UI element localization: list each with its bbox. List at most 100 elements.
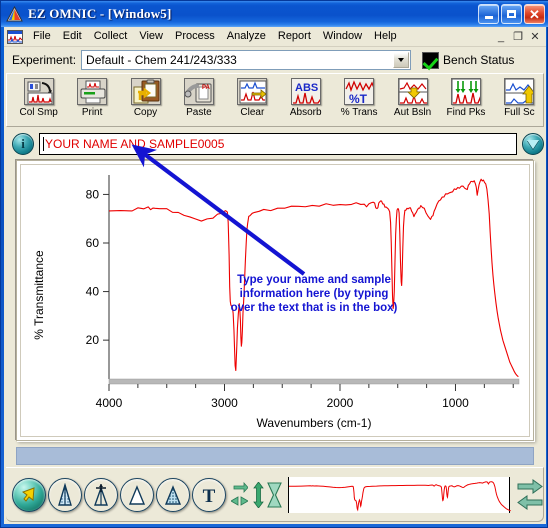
auto-baseline-icon <box>397 78 428 105</box>
svg-text:PA: PA <box>202 85 211 91</box>
peak-fill-tool[interactable] <box>156 477 190 512</box>
toolbar-label: Print <box>81 107 103 118</box>
window-controls: ✕ <box>478 4 545 24</box>
toolbar-button-col-smp[interactable]: Col Smp <box>15 77 62 125</box>
mini-spectrum-preview[interactable] <box>288 476 511 513</box>
clear-spectrum-icon <box>237 78 268 105</box>
vertical-tool-group <box>252 480 282 509</box>
down-arrow-circle-icon[interactable] <box>522 133 544 155</box>
toolbar-button-clear[interactable]: Clear <box>229 77 276 125</box>
expand-vertical-icon[interactable] <box>252 480 265 509</box>
small-tool-group <box>230 481 249 507</box>
swap-icon[interactable] <box>230 495 249 507</box>
find-peaks-icon <box>450 78 481 105</box>
contract-vertical-icon[interactable] <box>267 481 282 508</box>
toolbar-label: Paste <box>186 107 212 118</box>
svg-text:information here (by typing: information here (by typing <box>240 288 389 300</box>
y-axis-label: % Transmittance <box>32 250 46 340</box>
mdi-window-controls: _ ❐ ✕ <box>493 29 543 44</box>
toolbar-button-find-peaks[interactable]: Find Pks <box>442 77 489 125</box>
collect-sample-icon <box>23 78 54 105</box>
document-spectrum-icon[interactable] <box>7 29 23 44</box>
spectrum-chart: 20 40 60 80 4000 3000 2000 1000 % Transmittanc… <box>32 175 520 430</box>
toolbar-button-percent-trans[interactable]: %T % Trans <box>335 77 382 125</box>
toolbar-label: Absorb <box>289 107 322 118</box>
select-arrow-tool[interactable] <box>12 477 46 512</box>
paste-pa-icon: PA <box>183 78 214 105</box>
sample-title-input[interactable]: YOUR NAME AND SAMPLE0005 <box>39 133 517 155</box>
client-area: File Edit Collect View Process Analyze R… <box>4 27 546 524</box>
menu-process[interactable]: Process <box>169 28 221 45</box>
toolbar-button-absorb[interactable]: ABS Absorb <box>282 77 329 125</box>
flip-horizontal-icon[interactable] <box>231 481 249 494</box>
printer-icon <box>77 78 108 105</box>
info-circle-icon[interactable]: i <box>12 133 34 155</box>
title-bar: EZ OMNIC - [Window5] ✕ <box>1 1 548 27</box>
experiment-label: Experiment: <box>12 53 77 67</box>
x-axis-ticks: 4000 3000 2000 1000 <box>96 384 514 410</box>
peak-height-cursor-tool[interactable] <box>84 477 118 512</box>
x-tick-label: 4000 <box>96 396 123 410</box>
toolbar-button-print[interactable]: Print <box>68 77 115 125</box>
experiment-select[interactable]: Default - Chem 241/243/333 <box>81 50 412 70</box>
y-tick-label: 20 <box>86 333 100 347</box>
x-tick-label: 2000 <box>327 396 354 410</box>
menu-collect[interactable]: Collect <box>88 28 134 45</box>
toolbar-button-auto-baseline[interactable]: Aut Bsln <box>389 77 436 125</box>
experiment-value: Default - Chem 241/243/333 <box>86 53 237 67</box>
omnic-prism-icon <box>6 5 23 23</box>
y-axis-ticks: 20 40 60 80 <box>86 187 109 347</box>
previous-arrow-icon[interactable] <box>517 495 543 510</box>
menu-report[interactable]: Report <box>272 28 317 45</box>
close-icon[interactable]: ✕ <box>524 4 545 24</box>
peak-outline-tool[interactable] <box>120 477 154 512</box>
spectrum-plot-panel[interactable]: 20 40 60 80 4000 3000 2000 1000 % Transmittanc… <box>16 160 534 441</box>
chevron-down-icon[interactable] <box>393 52 410 68</box>
percent-transmittance-icon: %T <box>344 78 375 105</box>
next-arrow-icon[interactable] <box>517 479 543 494</box>
menu-analyze[interactable]: Analyze <box>221 28 272 45</box>
maximize-icon[interactable] <box>501 4 522 24</box>
bench-status-button[interactable]: Bench Status <box>422 51 515 69</box>
y-tick-label: 60 <box>86 236 100 250</box>
toolbar-label: Aut Bsln <box>393 107 432 118</box>
minimize-icon[interactable] <box>478 4 499 24</box>
status-strip <box>16 447 534 465</box>
menu-file[interactable]: File <box>27 28 57 45</box>
main-toolbar: Col Smp Print Copy PA Paste Clear ABS Ab… <box>6 73 544 127</box>
svg-text:Type your name and sample: Type your name and sample <box>237 274 391 286</box>
application-window: EZ OMNIC - [Window5] ✕ File Edit Collect… <box>0 0 548 528</box>
experiment-row: Experiment: Default - Chem 241/243/333 B… <box>4 47 546 73</box>
peak-area-tool[interactable] <box>48 477 82 512</box>
annotation-text: Type your name and sample information he… <box>231 274 398 314</box>
toolbar-label: Copy <box>133 107 158 118</box>
menu-view[interactable]: View <box>133 28 169 45</box>
green-check-icon <box>422 51 440 69</box>
y-tick-label: 80 <box>86 187 100 201</box>
toolbar-label: Col Smp <box>19 107 58 118</box>
menu-help[interactable]: Help <box>368 28 403 45</box>
svg-text:over the text that is in the b: over the text that is in the box) <box>231 302 398 314</box>
mdi-restore-icon[interactable]: ❐ <box>510 29 526 44</box>
mdi-close-icon[interactable]: ✕ <box>527 29 543 44</box>
menu-edit[interactable]: Edit <box>57 28 88 45</box>
svg-text:ABS: ABS <box>295 82 318 94</box>
bench-status-label: Bench Status <box>443 53 515 67</box>
menu-bar: File Edit Collect View Process Analyze R… <box>4 27 546 47</box>
x-axis-label: Wavenumbers (cm-1) <box>257 416 372 430</box>
toolbar-button-full-scale[interactable]: Full Sc <box>496 77 543 125</box>
sample-title-row: i YOUR NAME AND SAMPLE0005 <box>6 130 544 158</box>
x-tick-label: 3000 <box>211 396 238 410</box>
menu-window[interactable]: Window <box>317 28 368 45</box>
toolbar-button-copy[interactable]: Copy <box>122 77 169 125</box>
full-scale-icon <box>504 78 535 105</box>
toolbar-button-paste[interactable]: PA Paste <box>175 77 222 125</box>
text-tool[interactable]: T <box>192 477 226 512</box>
toolbar-label: Find Pks <box>446 107 486 118</box>
plot-canvas[interactable]: 20 40 60 80 4000 3000 2000 1000 % Transmittanc… <box>20 164 530 437</box>
mdi-minimize-icon[interactable]: _ <box>493 29 509 44</box>
x-tick-label: 1000 <box>442 396 469 410</box>
toolbar-label: Full Sc <box>504 107 535 118</box>
clipboard-copy-icon <box>130 78 161 105</box>
svg-text:T: T <box>203 486 216 506</box>
